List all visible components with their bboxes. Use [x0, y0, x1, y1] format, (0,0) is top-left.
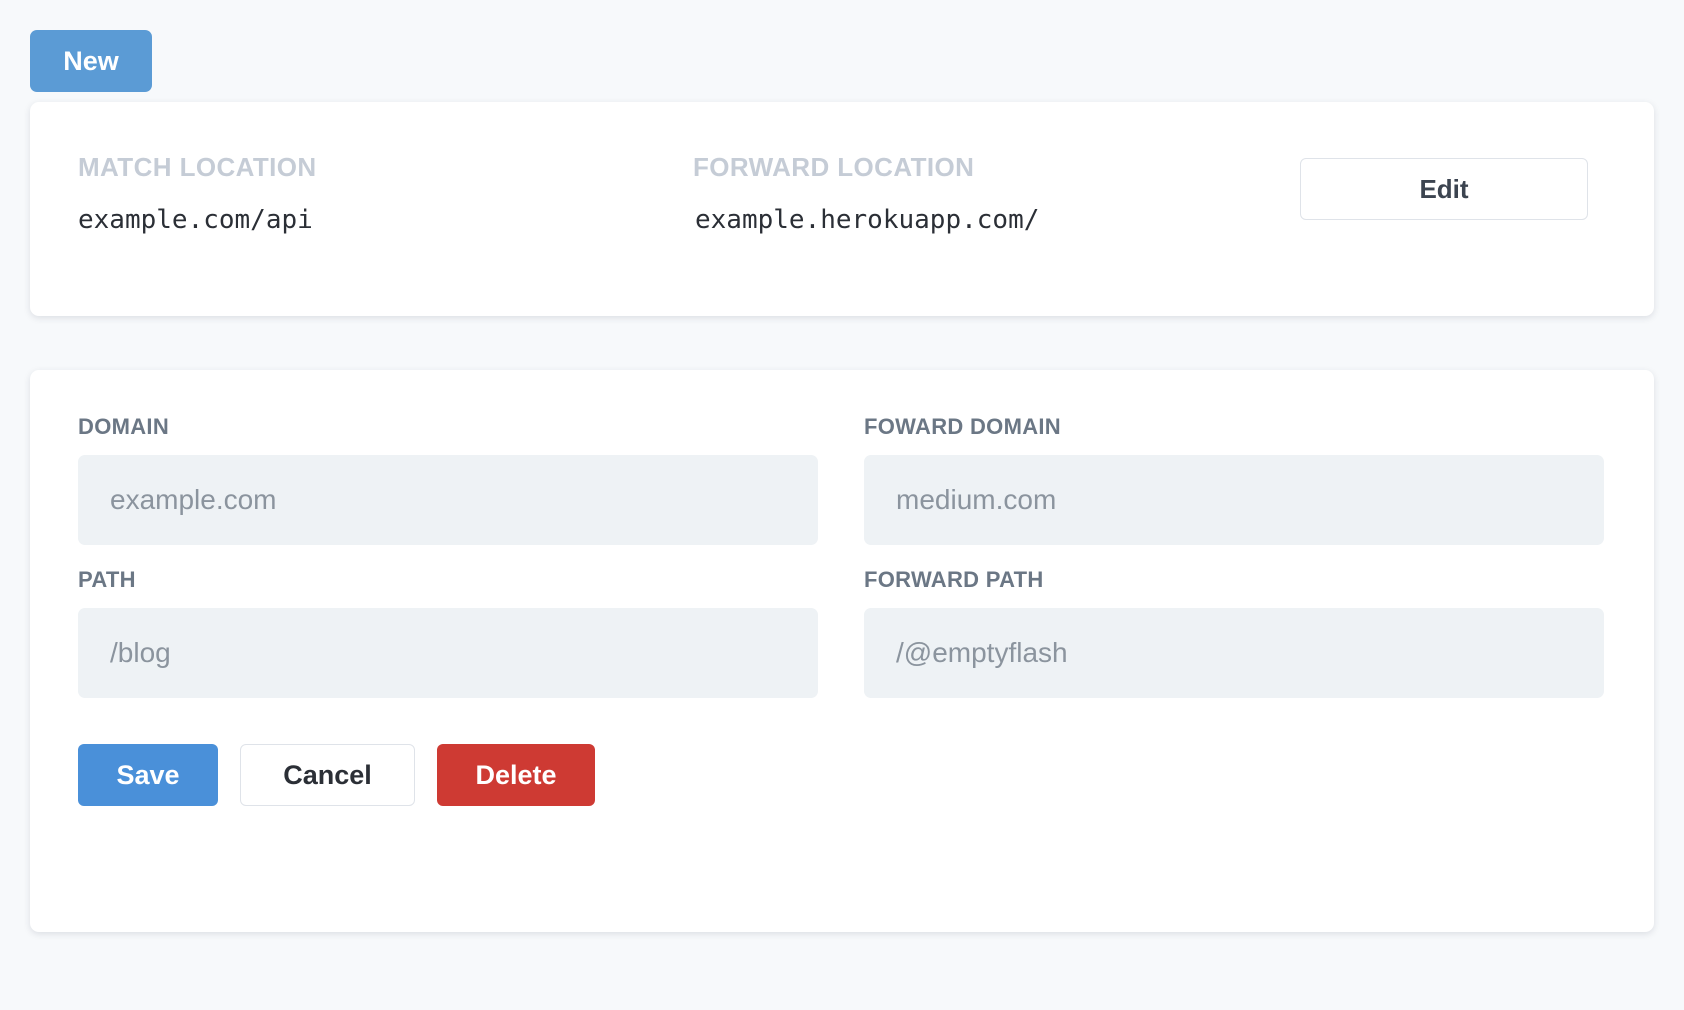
cancel-button[interactable]: Cancel	[240, 744, 415, 806]
toolbar: New	[30, 0, 1654, 92]
forward-path-input[interactable]	[864, 608, 1604, 698]
domain-input[interactable]	[78, 455, 818, 545]
rule-summary-grid: MATCH LOCATION example.com/api FORWARD L…	[78, 154, 1606, 233]
forward-path-label: FORWARD PATH	[864, 567, 1044, 592]
form-actions: Save Cancel Delete	[78, 744, 1606, 806]
forward-domain-label: FOWARD DOMAIN	[864, 414, 1061, 439]
match-location-group: MATCH LOCATION example.com/api	[78, 154, 693, 233]
edit-button[interactable]: Edit	[1300, 158, 1588, 220]
field-forward-domain: FOWARD DOMAIN	[864, 416, 1604, 545]
match-location-value: example.com/api	[78, 205, 313, 235]
field-forward-path: FORWARD PATH	[864, 569, 1604, 698]
field-path: PATH	[78, 569, 818, 698]
delete-button[interactable]: Delete	[437, 744, 595, 806]
save-button[interactable]: Save	[78, 744, 218, 806]
path-input[interactable]	[78, 608, 818, 698]
page-root: New MATCH LOCATION example.com/api FORWA…	[0, 0, 1684, 1010]
forward-location-label: FORWARD LOCATION	[693, 152, 975, 182]
form-row-domain: DOMAIN FOWARD DOMAIN	[78, 416, 1606, 545]
path-label: PATH	[78, 567, 136, 592]
form-row-path: PATH FORWARD PATH	[78, 569, 1606, 698]
forward-domain-input[interactable]	[864, 455, 1604, 545]
rule-edit-form-card: DOMAIN FOWARD DOMAIN PATH FORWARD PATH S…	[30, 370, 1654, 932]
new-button[interactable]: New	[30, 30, 152, 92]
match-location-label: MATCH LOCATION	[78, 152, 317, 182]
field-domain: DOMAIN	[78, 416, 818, 545]
domain-label: DOMAIN	[78, 414, 170, 439]
rule-summary-card: MATCH LOCATION example.com/api FORWARD L…	[30, 102, 1654, 316]
forward-location-value: example.herokuapp.com/	[695, 205, 1040, 235]
forward-location-group: FORWARD LOCATION example.herokuapp.com/	[693, 154, 1313, 233]
